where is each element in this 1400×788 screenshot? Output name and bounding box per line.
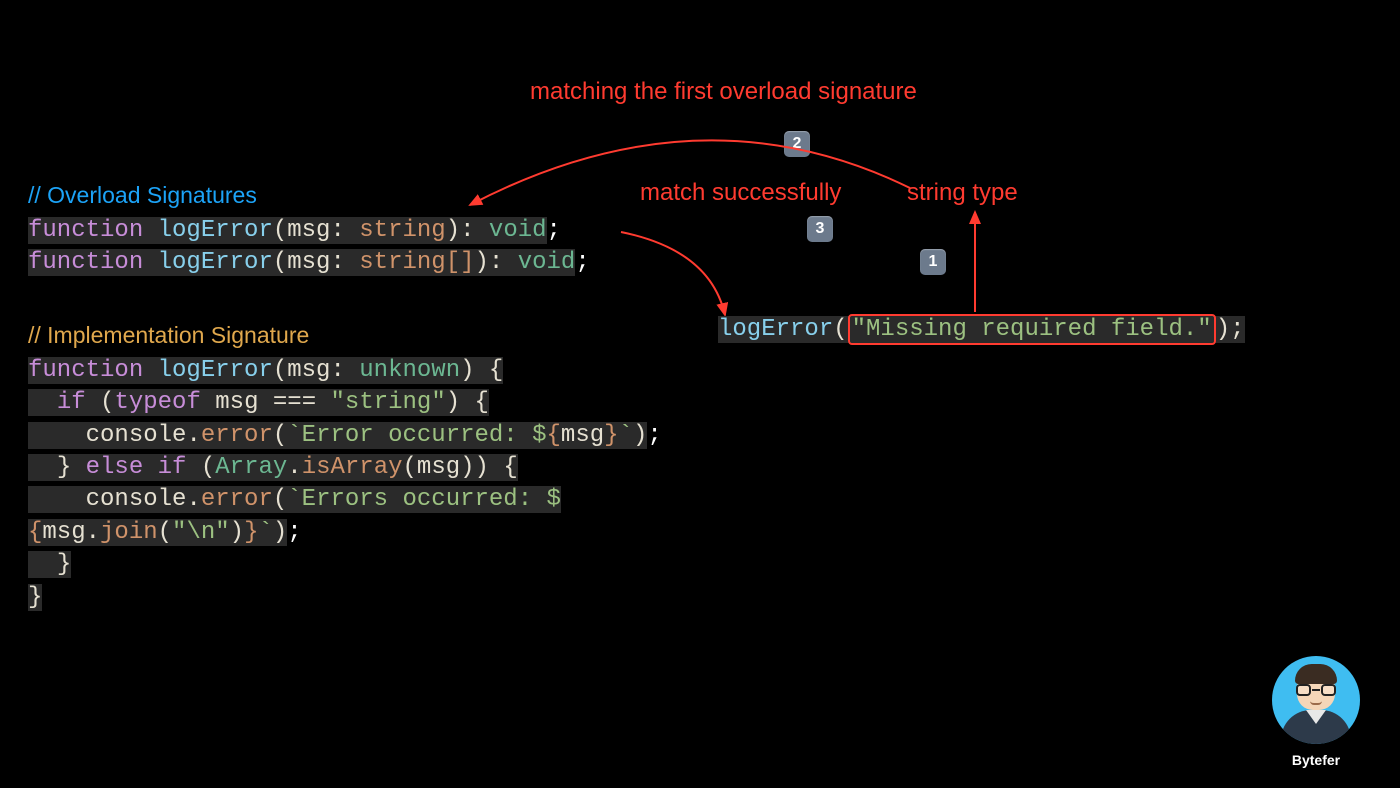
annotation-match-success: match successfully [640, 179, 841, 207]
comment-overload: // Overload Signatures [28, 180, 662, 211]
author-block: Bytefer [1272, 656, 1360, 768]
badge-1: 1 [920, 249, 946, 275]
badge-2: 2 [784, 131, 810, 157]
code-left: // Overload Signatures function logError… [28, 180, 662, 614]
avatar-icon [1272, 656, 1360, 744]
overload-sig-1: function logError(msg: string): void; [28, 215, 662, 247]
impl-line-8: } [28, 582, 662, 614]
highlighted-arg: "Missing required field." [848, 314, 1216, 345]
annotation-top: matching the first overload signature [530, 78, 917, 106]
annotation-string-type: string type [907, 179, 1018, 207]
impl-line-2: if (typeof msg === "string") { [28, 387, 662, 419]
badge-3: 3 [807, 216, 833, 242]
impl-line-4: } else if (Array.isArray(msg)) { [28, 452, 662, 484]
impl-line-3: console.error(`Error occurred: ${msg}`); [28, 420, 662, 452]
impl-line-5: console.error(`Errors occurred: $ [28, 484, 662, 516]
impl-line-6: {msg.join("\n")}`); [28, 517, 662, 549]
call-expression: logError("Missing required field."); [718, 314, 1245, 346]
author-name: Bytefer [1272, 752, 1360, 768]
comment-impl: // Implementation Signature [28, 320, 662, 351]
overload-sig-2: function logError(msg: string[]): void; [28, 247, 662, 279]
impl-line-7: } [28, 549, 662, 581]
impl-line-1: function logError(msg: unknown) { [28, 355, 662, 387]
